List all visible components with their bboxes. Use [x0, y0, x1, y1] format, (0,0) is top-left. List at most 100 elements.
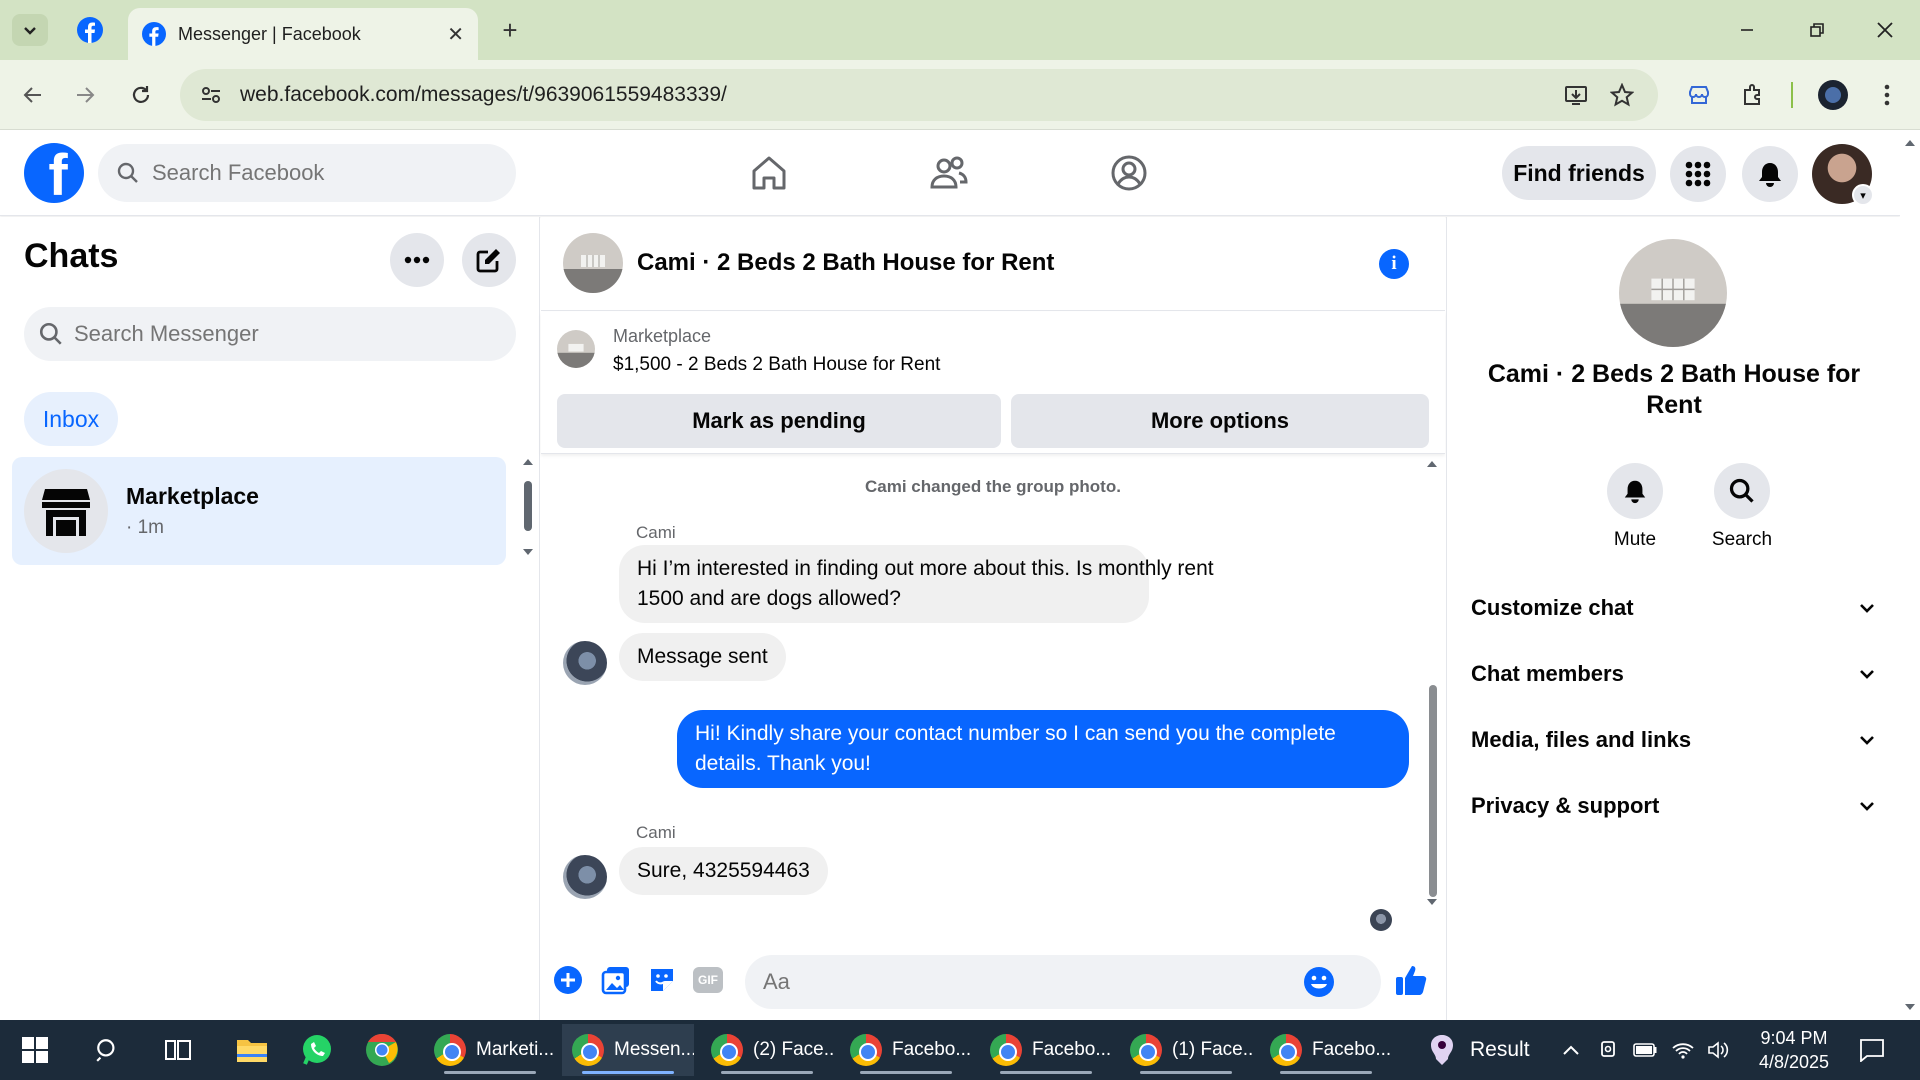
- inbox-filter-tab[interactable]: Inbox: [24, 392, 118, 446]
- search-icon: [96, 1039, 115, 1062]
- taskbar-app-facebook-2[interactable]: (2) Face...: [701, 1024, 833, 1076]
- browser-profile-avatar[interactable]: [1814, 76, 1852, 114]
- message-text-line: Hi! Kindly share your contact number so …: [695, 722, 1336, 745]
- conversation-info-button[interactable]: i: [1379, 249, 1409, 279]
- gif-button[interactable]: GIF: [691, 963, 725, 997]
- restore-button[interactable]: [1794, 10, 1840, 50]
- account-chevron-icon[interactable]: ▾: [1852, 184, 1874, 206]
- premier-league-widget-icon[interactable]: [1422, 1030, 1462, 1070]
- new-tab-button[interactable]: +: [494, 14, 526, 46]
- chat-list-scrollbar[interactable]: [522, 457, 534, 557]
- file-explorer-button[interactable]: [232, 1030, 272, 1070]
- show-hidden-icons-button[interactable]: [1556, 1030, 1586, 1070]
- chats-title: Chats: [24, 237, 119, 275]
- taskbar-app-messenger[interactable]: Messen...: [562, 1024, 694, 1076]
- shopping-extension-icon[interactable]: [1680, 76, 1718, 114]
- minimize-button[interactable]: [1724, 10, 1770, 50]
- notifications-button[interactable]: [1742, 146, 1798, 202]
- install-app-icon[interactable]: [1560, 79, 1592, 111]
- sender-avatar[interactable]: [563, 855, 607, 899]
- meet-now-icon[interactable]: [1594, 1030, 1624, 1070]
- close-tab-icon[interactable]: ✕: [447, 22, 464, 47]
- taskbar-clock[interactable]: 9:04 PM 4/8/2025: [1748, 1026, 1840, 1074]
- taskbar-app-facebook-b[interactable]: Facebo...: [980, 1024, 1112, 1076]
- extensions-puzzle-icon[interactable]: [1734, 76, 1772, 114]
- page-scrollbar[interactable]: [1900, 130, 1920, 1020]
- menu-button[interactable]: [1670, 146, 1726, 202]
- messenger-search[interactable]: [24, 307, 516, 361]
- tab-search-button[interactable]: [12, 14, 48, 46]
- taskbar-app-facebook-1[interactable]: (1) Face...: [1120, 1024, 1252, 1076]
- messenger-search-input[interactable]: [74, 321, 494, 347]
- browser-toolbar: web.facebook.com/messages/t/963906155948…: [0, 60, 1920, 130]
- privacy-support-section[interactable]: Privacy & support: [1471, 781, 1877, 831]
- taskbar-app-facebook-a[interactable]: Facebo...: [840, 1024, 972, 1076]
- more-options-button[interactable]: More options: [1011, 394, 1429, 448]
- wifi-icon[interactable]: [1668, 1030, 1698, 1070]
- site-settings-icon[interactable]: [200, 84, 222, 106]
- mute-action[interactable]: Mute: [1595, 463, 1675, 551]
- nav-groups[interactable]: [1104, 150, 1154, 196]
- facebook-logo[interactable]: f: [24, 143, 84, 203]
- chevron-down-icon: [1860, 736, 1874, 745]
- details-avatar[interactable]: [1619, 239, 1727, 347]
- pinned-tab-facebook[interactable]: [72, 14, 108, 46]
- url-text[interactable]: web.facebook.com/messages/t/963906155948…: [240, 83, 1546, 107]
- bell-icon: [1624, 480, 1646, 504]
- sender-avatar[interactable]: [563, 641, 607, 685]
- incoming-message[interactable]: Hi I’m interested in finding out more ab…: [619, 545, 1214, 623]
- taskbar-app-facebook-c[interactable]: Facebo...: [1260, 1024, 1392, 1076]
- customize-chat-section[interactable]: Customize chat: [1471, 583, 1877, 633]
- sticker-button[interactable]: [645, 963, 679, 997]
- more-actions-button[interactable]: [551, 963, 585, 997]
- chat-options-button[interactable]: [390, 233, 444, 287]
- outgoing-message[interactable]: Hi! Kindly share your contact number so …: [677, 710, 1409, 788]
- start-button[interactable]: [15, 1030, 55, 1070]
- taskbar-app-marketplace[interactable]: Marketi...: [424, 1024, 556, 1076]
- volume-icon[interactable]: [1704, 1030, 1734, 1070]
- bookmark-star-icon[interactable]: [1606, 79, 1638, 111]
- details-name: Cami · 2 Beds 2 Bath House for Rent: [1487, 360, 1861, 419]
- thumbs-up-icon: [1396, 966, 1427, 995]
- find-friends-button[interactable]: Find friends: [1502, 146, 1656, 200]
- chat-list-item[interactable]: Marketplace · 1m: [12, 457, 506, 565]
- reload-button[interactable]: [122, 76, 160, 114]
- notification-center-button[interactable]: [1852, 1030, 1892, 1070]
- back-button[interactable]: [14, 76, 52, 114]
- incoming-message[interactable]: Message sent: [619, 633, 786, 681]
- listing-thumbnail[interactable]: [557, 330, 595, 368]
- whatsapp-button[interactable]: [297, 1030, 337, 1070]
- mute-button[interactable]: [1607, 463, 1663, 519]
- incoming-message[interactable]: Sure, 4325594463: [619, 847, 828, 895]
- address-bar[interactable]: web.facebook.com/messages/t/963906155948…: [180, 69, 1658, 121]
- close-window-button[interactable]: [1862, 10, 1908, 50]
- attach-photo-button[interactable]: [599, 963, 633, 997]
- search-in-chat-button[interactable]: [1714, 463, 1770, 519]
- task-view-button[interactable]: [158, 1030, 198, 1070]
- mark-as-pending-button[interactable]: Mark as pending: [557, 394, 1001, 448]
- facebook-search-input[interactable]: [152, 160, 472, 186]
- chrome-button[interactable]: [362, 1030, 402, 1070]
- battery-icon[interactable]: [1630, 1030, 1660, 1070]
- message-input-box[interactable]: [745, 955, 1381, 1009]
- active-tab[interactable]: Messenger | Facebook ✕: [128, 8, 478, 60]
- forward-button[interactable]: [66, 76, 104, 114]
- conversation-avatar[interactable]: [563, 233, 623, 293]
- facebook-search[interactable]: [98, 144, 516, 202]
- nav-friends[interactable]: [924, 150, 974, 196]
- nav-home[interactable]: [744, 150, 794, 196]
- search-action[interactable]: Search: [1702, 463, 1782, 551]
- emoji-icon[interactable]: [1303, 966, 1335, 998]
- media-files-links-section[interactable]: Media, files and links: [1471, 715, 1877, 765]
- taskbar-search-button[interactable]: [88, 1030, 128, 1070]
- windows-logo-icon: [22, 1037, 48, 1063]
- conversation-scroll-thumb[interactable]: [1429, 685, 1437, 897]
- conversation-title[interactable]: Cami · 2 Beds 2 Bath House for Rent: [637, 249, 1054, 277]
- message-input[interactable]: [763, 969, 1303, 995]
- listing-title[interactable]: $1,500 - 2 Beds 2 Bath House for Rent: [613, 354, 940, 376]
- chat-members-section[interactable]: Chat members: [1471, 649, 1877, 699]
- new-message-button[interactable]: [462, 233, 516, 287]
- browser-menu-icon[interactable]: [1868, 76, 1906, 114]
- widget-result-label[interactable]: Result: [1470, 1038, 1530, 1062]
- send-like-button[interactable]: [1393, 961, 1431, 999]
